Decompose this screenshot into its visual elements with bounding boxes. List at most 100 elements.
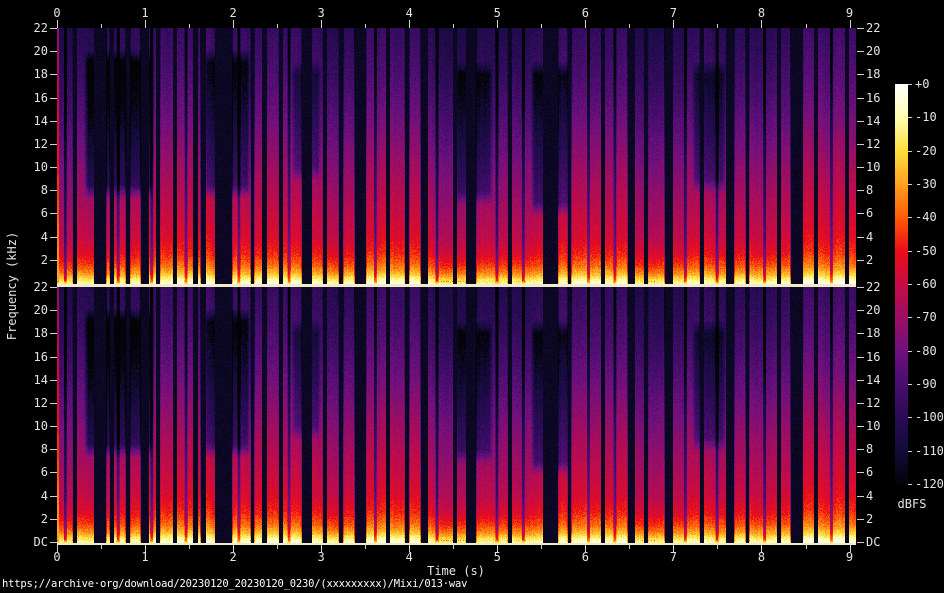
time-major-tick-top — [497, 20, 498, 28]
freq-tick-label-left: 4 — [18, 489, 48, 503]
colorbar-tick-label: -90 — [915, 377, 937, 391]
freq-tick-label-left: 12 — [18, 137, 48, 151]
freq-tick-right — [857, 28, 864, 29]
time-tick-label-bottom: 0 — [53, 550, 60, 564]
colorbar-tick — [908, 284, 912, 285]
freq-tick-label-left: 12 — [18, 396, 48, 410]
colorbar-tick — [908, 217, 912, 218]
colorbar-tick — [908, 451, 912, 452]
bottom-axis-line — [57, 543, 856, 545]
freq-tick-right — [857, 260, 864, 261]
time-major-tick-top — [57, 20, 58, 28]
colorbar-tick-label: -20 — [915, 144, 937, 158]
time-minor-tick-top — [453, 24, 454, 28]
time-tick-label-top: 8 — [758, 6, 765, 20]
colorbar-tick — [908, 184, 912, 185]
freq-tick-right — [857, 121, 864, 122]
freq-tick-label-right: 6 — [866, 206, 873, 220]
freq-tick-right — [857, 237, 864, 238]
freq-tick-left — [50, 380, 57, 381]
freq-tick-label-right: 20 — [866, 303, 880, 317]
freq-tick-right — [857, 287, 864, 288]
freq-tick-right — [857, 426, 864, 427]
freq-tick-left — [50, 403, 57, 404]
freq-tick-left — [50, 426, 57, 427]
freq-tick-label-right: 18 — [866, 67, 880, 81]
spectrogram-right-channel — [57, 287, 856, 543]
freq-tick-left — [50, 144, 57, 145]
freq-tick-label-right: 4 — [866, 230, 873, 244]
freq-tick-label-left: 6 — [18, 206, 48, 220]
colorbar-tick-label: -50 — [915, 244, 937, 258]
time-minor-tick-top — [541, 24, 542, 28]
freq-tick-label-left: 8 — [18, 442, 48, 456]
time-major-tick-top — [233, 20, 234, 28]
time-tick-label-top: 0 — [53, 6, 60, 20]
freq-tick-right — [857, 51, 864, 52]
freq-tick-left — [50, 333, 57, 334]
freq-tick-right — [857, 333, 864, 334]
freq-tick-left — [50, 98, 57, 99]
time-minor-tick-bottom — [541, 545, 542, 549]
freq-tick-left — [50, 496, 57, 497]
time-major-tick-top — [145, 20, 146, 28]
time-tick-label-bottom: 2 — [229, 550, 236, 564]
freq-tick-left — [50, 213, 57, 214]
time-major-tick-top — [321, 20, 322, 28]
time-major-tick-top — [585, 20, 586, 28]
spectrogram-figure: 0011223344556677889922222020181816161414… — [0, 0, 944, 593]
colorbar-tick — [908, 84, 912, 85]
time-tick-label-top: 3 — [318, 6, 325, 20]
freq-tick-left — [50, 542, 57, 543]
freq-tick-label-left: 10 — [18, 419, 48, 433]
freq-tick-label-left: 2 — [18, 253, 48, 267]
freq-tick-left — [50, 357, 57, 358]
colorbar-tick-label: -120 — [915, 477, 944, 491]
freq-tick-label-right: 6 — [866, 465, 873, 479]
time-tick-label-top: 5 — [494, 6, 501, 20]
spectrogram-left-channel — [57, 28, 856, 284]
colorbar-tick-label: -70 — [915, 310, 937, 324]
freq-tick-right — [857, 74, 864, 75]
time-minor-tick-bottom — [806, 545, 807, 549]
freq-tick-label-right: 10 — [866, 160, 880, 174]
freq-tick-label-left: 20 — [18, 303, 48, 317]
time-tick-label-bottom: 4 — [406, 550, 413, 564]
time-minor-tick-bottom — [629, 545, 630, 549]
time-minor-tick-top — [277, 24, 278, 28]
freq-tick-label-right: 2 — [866, 253, 873, 267]
freq-tick-right — [857, 144, 864, 145]
colorbar-tick-label: -100 — [915, 410, 944, 424]
freq-tick-left — [50, 449, 57, 450]
freq-tick-label-right: 14 — [866, 373, 880, 387]
freq-tick-label-right: 4 — [866, 489, 873, 503]
freq-tick-right — [857, 449, 864, 450]
freq-tick-right — [857, 542, 864, 543]
freq-tick-label-right: 18 — [866, 326, 880, 340]
colorbar-tick — [908, 417, 912, 418]
freq-tick-label-right: 8 — [866, 442, 873, 456]
freq-tick-right — [857, 213, 864, 214]
freq-tick-label-left: 14 — [18, 114, 48, 128]
time-minor-tick-bottom — [189, 545, 190, 549]
time-minor-tick-top — [365, 24, 366, 28]
colorbar-tick-label: -60 — [915, 277, 937, 291]
time-major-tick-top — [673, 20, 674, 28]
freq-tick-label-left: 22 — [18, 280, 48, 294]
freq-tick-label-right: 14 — [866, 114, 880, 128]
time-minor-tick-top — [717, 24, 718, 28]
time-major-tick-top — [409, 20, 410, 28]
freq-tick-right — [857, 380, 864, 381]
freq-tick-right — [857, 357, 864, 358]
time-minor-tick-top — [189, 24, 190, 28]
time-tick-label-top: 6 — [582, 6, 589, 20]
time-major-tick-top — [761, 20, 762, 28]
freq-tick-right — [857, 496, 864, 497]
freq-tick-label-left: DC — [18, 535, 48, 549]
freq-tick-right — [857, 403, 864, 404]
colorbar-tick — [908, 484, 912, 485]
colorbar-tick — [908, 317, 912, 318]
colorbar-tick-label: -80 — [915, 344, 937, 358]
colorbar-unit-label: dBFS — [898, 497, 927, 511]
freq-tick-left — [50, 237, 57, 238]
